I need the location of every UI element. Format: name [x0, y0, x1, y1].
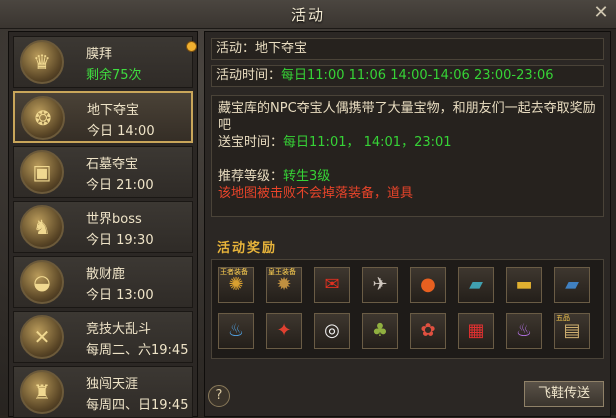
- five-star-scroll-icon[interactable]: ▤ 五品: [554, 313, 590, 349]
- activity-item[interactable]: ❂ 地下夺宝今日 14:00: [13, 91, 193, 143]
- magic-potion-icon[interactable]: ♨: [506, 313, 542, 349]
- description-text: 藏宝库的NPC夺宝人偶携带了大量宝物，和朋友们一起去夺取奖励吧: [218, 101, 596, 133]
- delivery-time-label: 送宝时间：: [218, 135, 284, 150]
- activity-item-time: 今日 21:00: [86, 178, 154, 193]
- lifebuoy-icon[interactable]: ◎: [314, 313, 350, 349]
- recommended-level-value: 转生3级: [283, 169, 331, 184]
- activity-list: ♛ 膜拜剩余75次 ❂ 地下夺宝今日 14:00 ▣ 石墓夺宝今日 21:00 ♞ 世界bos…: [8, 31, 198, 418]
- reward-item-glyph: ▰: [469, 274, 483, 295]
- activity-item-time: 今日 13:00: [86, 288, 154, 303]
- blue-book-icon[interactable]: ▰: [554, 267, 590, 303]
- activity-label: 活动：: [216, 41, 256, 56]
- activity-detail-panel: 活动：地下夺宝 活动时间：每日11:00 11:06 14:00-14:06 2…: [204, 31, 611, 417]
- activity-item-time: 今日 14:00: [87, 124, 155, 139]
- reward-item-glyph: ✦: [276, 320, 292, 341]
- red-envelope-icon[interactable]: ✉: [314, 267, 350, 303]
- skill-book-icon[interactable]: ▰: [458, 267, 494, 303]
- gold-ingot-icon: ◒: [20, 260, 64, 304]
- reward-item-glyph: ▬: [515, 274, 533, 295]
- reward-item-tag: 五品: [556, 314, 570, 322]
- help-icon[interactable]: ?: [208, 385, 230, 407]
- reward-item-glyph: ✉: [324, 274, 340, 295]
- activity-item-name: 独闯天涯: [86, 377, 139, 392]
- activity-item-name: 散财鹿: [86, 267, 126, 282]
- statue-icon: ♛: [20, 40, 64, 84]
- activity-item-name: 地下夺宝: [87, 103, 140, 118]
- reward-item-glyph: ▤: [563, 320, 581, 341]
- reward-item-glyph: ✿: [420, 320, 436, 341]
- crossed-swords-icon: ✕: [20, 315, 64, 359]
- delivery-time-value: 每日11:01， 14:01，23:01: [283, 135, 452, 150]
- reward-item-tag: 王者装备: [220, 268, 248, 276]
- activity-name-row: 活动：地下夺宝: [211, 38, 604, 60]
- demon-boss-icon: ♞: [20, 205, 64, 249]
- reward-item-glyph: ✹: [276, 274, 292, 295]
- reward-item-glyph: ●: [420, 274, 436, 295]
- activity-description: 藏宝库的NPC夺宝人偶携带了大量宝物，和朋友们一起去夺取奖励吧 送宝时间：每日1…: [211, 95, 604, 217]
- rewards-grid: ✺ 王者装备 ✹ 皇王装备 ✉ ✈ ● ▰ ▬ ▰ ♨ ✦ ◎ ♣ ✿ ▦ ♨ ▤ 五品: [211, 259, 604, 359]
- fire-orb-icon[interactable]: ●: [410, 267, 446, 303]
- activity-item[interactable]: ♛ 膜拜剩余75次: [13, 36, 197, 88]
- emperor-equip-icon[interactable]: ✹ 皇王装备: [266, 267, 302, 303]
- reward-item-glyph: ♨: [227, 320, 245, 341]
- activity-item-time: 剩余75次: [86, 68, 142, 83]
- warrior-icon: ♜: [20, 370, 64, 414]
- treasure-sack-icon: ❂: [21, 96, 65, 140]
- reward-item-glyph: ♨: [515, 320, 533, 341]
- activity-item[interactable]: ◒ 散财鹿今日 13:00: [13, 256, 193, 308]
- rewards-title: 活动奖励: [217, 241, 278, 256]
- reward-item-glyph: ♣: [371, 320, 389, 341]
- activity-item-name: 竞技大乱斗: [86, 322, 152, 337]
- activity-item[interactable]: ▣ 石墓夺宝今日 21:00: [13, 146, 193, 198]
- reward-item-glyph: ◎: [324, 320, 340, 341]
- activity-name-value: 地下夺宝: [255, 41, 308, 56]
- activity-time-value: 每日11:00 11:06 14:00-14:06 23:00-23:06: [281, 68, 554, 83]
- gourd-icon[interactable]: ♣: [362, 313, 398, 349]
- recommended-level-label: 推荐等级：: [218, 169, 284, 184]
- notification-dot-icon: [186, 41, 197, 52]
- gift-box-icon[interactable]: ▦: [458, 313, 494, 349]
- activity-item-name: 石墓夺宝: [86, 157, 139, 172]
- fly-shoe-teleport-button[interactable]: 飞鞋传送: [524, 381, 604, 407]
- treasure-chest-icon: ▣: [20, 150, 64, 194]
- activity-item[interactable]: ♜ 独闯天涯每周四、日19:45: [13, 366, 193, 418]
- winged-helmet-icon[interactable]: ✈: [362, 267, 398, 303]
- title-bar: 活动 ✕: [0, 0, 616, 29]
- activity-item-time: 每周四、日19:45: [86, 398, 189, 413]
- activity-item-name: 世界boss: [86, 212, 142, 227]
- reward-item-glyph: ✈: [372, 274, 388, 295]
- blue-potion-icon[interactable]: ♨: [218, 313, 254, 349]
- activity-item-time: 今日 19:30: [86, 233, 154, 248]
- close-icon[interactable]: ✕: [590, 2, 612, 24]
- reward-item-glyph: ▰: [565, 274, 579, 295]
- activity-item[interactable]: ♞ 世界boss 今日 19:30: [13, 201, 193, 253]
- activity-item-name: 膜拜: [86, 47, 113, 62]
- activity-item[interactable]: ✕ 竞技大乱斗每周二、六19:45: [13, 311, 193, 363]
- reward-item-tag: 皇王装备: [268, 268, 296, 276]
- activity-time-row: 活动时间：每日11:00 11:06 14:00-14:06 23:00-23:…: [211, 65, 604, 87]
- drop-warning: 该地图被击败不会掉落装备，道具: [218, 186, 414, 201]
- red-wing-icon[interactable]: ✦: [266, 313, 302, 349]
- window-title: 活动: [290, 6, 325, 24]
- gold-bar-icon[interactable]: ▬: [506, 267, 542, 303]
- reward-item-glyph: ✺: [228, 274, 244, 295]
- activity-time-label: 活动时间：: [216, 68, 282, 83]
- activity-item-time: 每周二、六19:45: [86, 343, 189, 358]
- golden-dragon-equip-icon[interactable]: ✺ 王者装备: [218, 267, 254, 303]
- reward-item-glyph: ▦: [467, 320, 485, 341]
- lucky-bag-icon[interactable]: ✿: [410, 313, 446, 349]
